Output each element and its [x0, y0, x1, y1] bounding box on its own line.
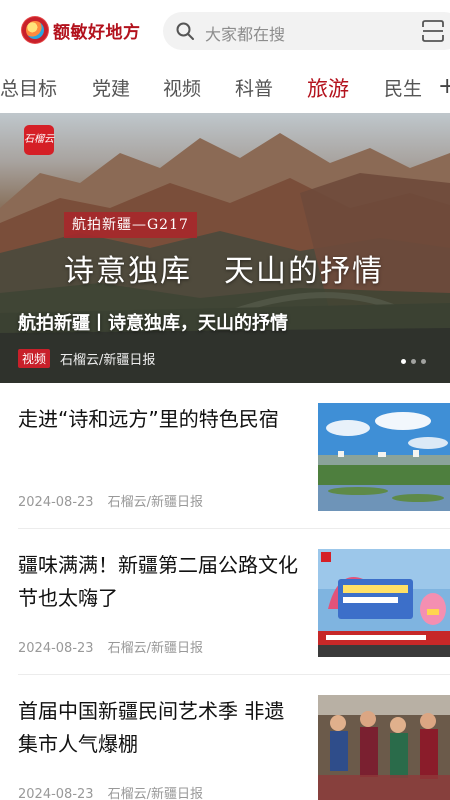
news-source: 石榴云/新疆日报	[107, 787, 203, 800]
hero-source: 石榴云/新疆日报	[60, 353, 156, 368]
news-meta: 2024-08-23 石榴云/新疆日报	[18, 637, 203, 656]
logo-text: 额敏好地方	[53, 22, 141, 43]
hero-meta: 视频 石榴云/新疆日报	[18, 349, 155, 368]
hero-title[interactable]: 航拍新疆丨诗意独库，天山的抒情	[18, 309, 288, 335]
news-date: 2024-08-23	[18, 641, 94, 656]
hero-poem: 诗意独库 天山的抒情	[64, 254, 384, 289]
news-source: 石榴云/新疆日报	[107, 641, 203, 656]
search-placeholder: 大家都在搜	[205, 25, 286, 44]
tab-kepu[interactable]: 科普	[235, 74, 273, 101]
news-meta: 2024-08-23 石榴云/新疆日报	[18, 783, 203, 800]
folk-dancers-thumbnail[interactable]	[318, 695, 450, 800]
carousel-dot[interactable]	[411, 359, 416, 364]
search-bar[interactable]: 大家都在搜	[163, 12, 450, 50]
news-item[interactable]: 走进“诗和远方”里的特色民宿 2024-08-23 石榴云/新疆日报	[0, 383, 450, 529]
tab-minsheng[interactable]: 民生	[384, 74, 422, 101]
search-icon	[176, 22, 194, 40]
tab-zongmubiao[interactable]: 总目标	[0, 74, 57, 101]
carousel-dots[interactable]	[401, 359, 426, 364]
festival-stage-thumbnail[interactable]	[318, 549, 450, 657]
category-tabs: 总目标 党建 视频 科普 旅游 民生 +	[0, 64, 450, 112]
app-logo[interactable]: 额敏好地方	[22, 17, 141, 43]
news-date: 2024-08-23	[18, 787, 94, 800]
news-meta: 2024-08-23 石榴云/新疆日报	[18, 491, 203, 510]
news-item[interactable]: 疆味满满！新疆第二届公路文化节也太嗨了 2024-08-23 石榴云/新疆日报	[0, 529, 450, 675]
shiliuyun-logo: 石榴云	[24, 125, 54, 155]
carousel-dot[interactable]	[401, 359, 406, 364]
video-badge: 视频	[18, 349, 51, 368]
lakeside-village-thumbnail[interactable]	[318, 403, 450, 511]
tab-lvyou[interactable]: 旅游	[307, 73, 349, 103]
scan-icon[interactable]	[421, 19, 445, 43]
tab-shipin[interactable]: 视频	[163, 74, 201, 101]
logo-icon	[22, 17, 48, 43]
news-title[interactable]: 疆味满满！新疆第二届公路文化节也太嗨了	[18, 549, 300, 615]
news-title[interactable]: 走进“诗和远方”里的特色民宿	[18, 403, 300, 436]
news-item[interactable]: 首届中国新疆民间艺术季 非遗集市人气爆棚 2024-08-23 石榴云/新疆日报	[0, 675, 450, 800]
hero-banner[interactable]: 石榴云 航拍新疆—G217 诗意独库 天山的抒情 航拍新疆丨诗意独库，天山的抒情…	[0, 113, 450, 383]
add-tab-icon[interactable]: +	[438, 74, 450, 99]
app-header: 额敏好地方 大家都在搜	[0, 0, 450, 64]
news-date: 2024-08-23	[18, 495, 94, 510]
tab-dangjian[interactable]: 党建	[92, 74, 130, 101]
hero-tag: 航拍新疆—G217	[64, 212, 197, 238]
news-title[interactable]: 首届中国新疆民间艺术季 非遗集市人气爆棚	[18, 695, 300, 761]
carousel-dot[interactable]	[421, 359, 426, 364]
news-source: 石榴云/新疆日报	[107, 495, 203, 510]
